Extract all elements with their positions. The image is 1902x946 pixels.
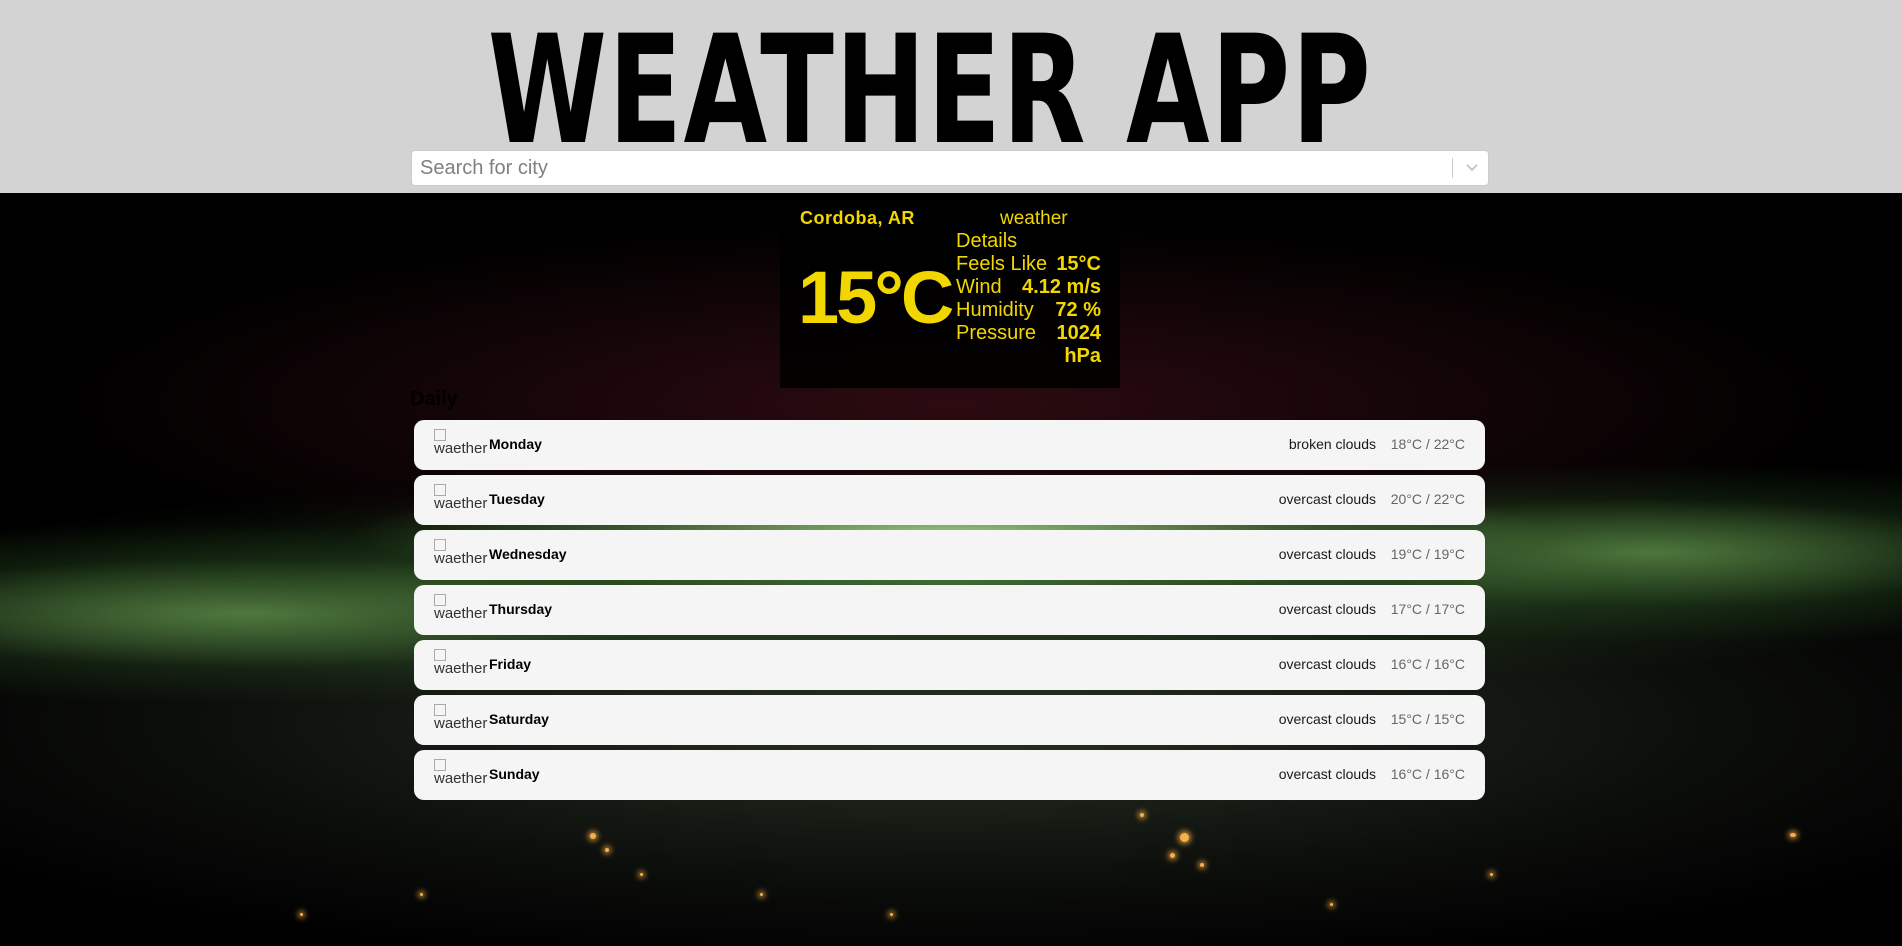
detail-feels-like: Feels Like 15°C bbox=[956, 253, 1101, 276]
detail-label: Pressure bbox=[956, 322, 1037, 344]
weather-icon: weather bbox=[1000, 208, 1068, 229]
day-temperature: 15°C / 15°C bbox=[1390, 711, 1465, 727]
current-temperature: 15°C bbox=[798, 256, 954, 339]
app-title: WEATHER APP bbox=[487, 4, 1373, 178]
detail-pressure: Pressure 1024 hPa bbox=[956, 322, 1101, 368]
day-name: Monday bbox=[489, 436, 542, 452]
day-row-monday[interactable]: waether Monday broken clouds 18°C / 22°C bbox=[414, 420, 1485, 470]
day-name: Tuesday bbox=[489, 491, 545, 507]
day-row-friday[interactable]: waether Friday overcast clouds 16°C / 16… bbox=[414, 640, 1485, 690]
detail-wind: Wind 4.12 m/s bbox=[956, 276, 1101, 299]
detail-value: 4.12 m/s bbox=[1022, 276, 1101, 298]
chevron-down-icon[interactable] bbox=[1456, 151, 1488, 185]
day-description: overcast clouds bbox=[1278, 766, 1376, 782]
day-row-saturday[interactable]: waether Saturday overcast clouds 15°C / … bbox=[414, 695, 1485, 745]
daily-title: Daily bbox=[410, 388, 458, 410]
city-name: Cordoba, AR bbox=[800, 208, 915, 228]
detail-value: 1024 hPa bbox=[1056, 322, 1102, 367]
day-name: Thursday bbox=[489, 601, 553, 617]
day-description: overcast clouds bbox=[1278, 711, 1376, 727]
detail-label: Humidity bbox=[956, 299, 1034, 321]
day-temperature: 16°C / 16°C bbox=[1390, 656, 1465, 672]
detail-humidity: Humidity 72 % bbox=[956, 299, 1101, 322]
search-separator bbox=[1452, 158, 1453, 178]
day-row-sunday[interactable]: waether Sunday overcast clouds 16°C / 16… bbox=[414, 750, 1485, 800]
weather-icon: waether bbox=[434, 429, 487, 461]
detail-label: Wind bbox=[956, 276, 1002, 298]
details-title: Details bbox=[956, 230, 1018, 252]
day-name: Saturday bbox=[489, 711, 549, 727]
day-description: overcast clouds bbox=[1278, 546, 1376, 562]
app-header: WEATHER APP bbox=[0, 0, 1902, 193]
day-name: Sunday bbox=[489, 766, 540, 782]
day-row-thursday[interactable]: waether Thursday overcast clouds 17°C / … bbox=[414, 585, 1485, 635]
day-description: overcast clouds bbox=[1278, 601, 1376, 617]
day-description: overcast clouds bbox=[1278, 491, 1376, 507]
day-name: Wednesday bbox=[489, 546, 567, 562]
search-input[interactable] bbox=[420, 151, 1420, 185]
day-temperature: 18°C / 22°C bbox=[1390, 436, 1465, 452]
weather-icon: waether bbox=[434, 759, 487, 791]
detail-value: 15°C bbox=[1056, 253, 1101, 275]
day-name: Friday bbox=[489, 656, 532, 672]
day-temperature: 17°C / 17°C bbox=[1390, 601, 1465, 617]
day-description: broken clouds bbox=[1288, 436, 1376, 452]
day-row-wednesday[interactable]: waether Wednesday overcast clouds 19°C /… bbox=[414, 530, 1485, 580]
day-row-tuesday[interactable]: waether Tuesday overcast clouds 20°C / 2… bbox=[414, 475, 1485, 525]
weather-icon: waether bbox=[434, 704, 487, 736]
day-temperature: 19°C / 19°C bbox=[1390, 546, 1465, 562]
weather-icon: waether bbox=[434, 484, 487, 516]
day-temperature: 16°C / 16°C bbox=[1390, 766, 1465, 782]
current-weather-card: Cordoba, AR 15°C weather Details Feels L… bbox=[780, 196, 1120, 388]
day-temperature: 20°C / 22°C bbox=[1390, 491, 1465, 507]
city-search-select[interactable] bbox=[411, 150, 1489, 186]
detail-value: 72 % bbox=[1055, 299, 1101, 321]
weather-icon: waether bbox=[434, 649, 487, 681]
weather-icon: waether bbox=[434, 539, 487, 571]
detail-label: Feels Like bbox=[956, 253, 1048, 275]
day-description: overcast clouds bbox=[1278, 656, 1376, 672]
weather-icon: waether bbox=[434, 594, 487, 626]
